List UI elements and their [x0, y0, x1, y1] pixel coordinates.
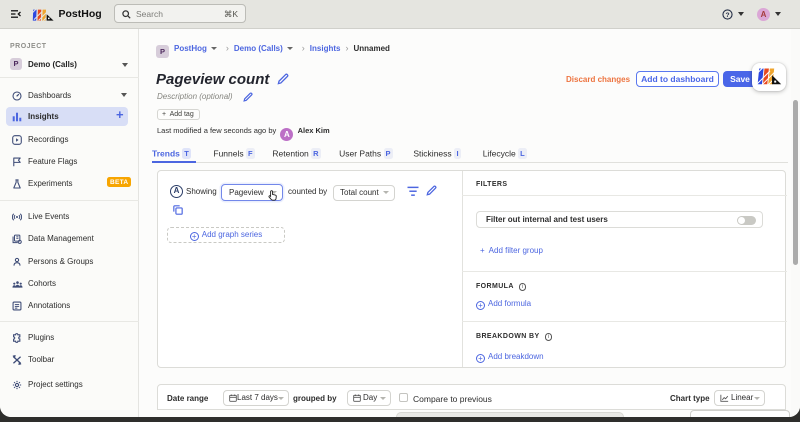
- svg-text:?: ?: [725, 12, 729, 19]
